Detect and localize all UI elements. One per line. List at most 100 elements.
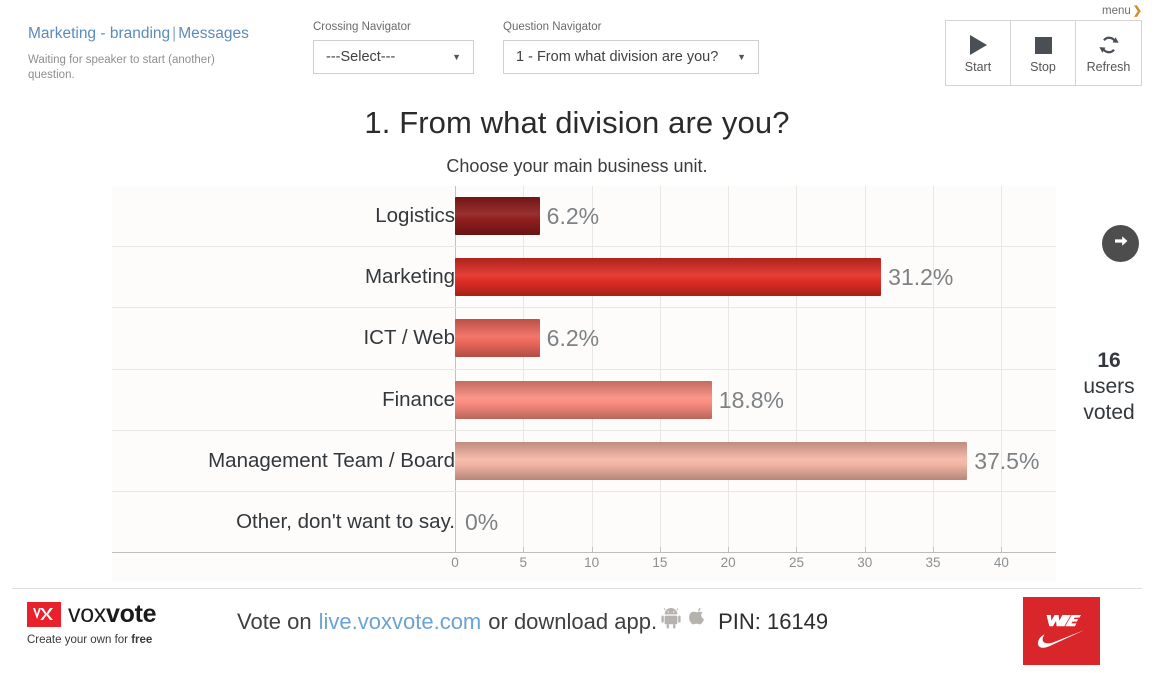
crossing-navigator-group: Crossing Navigator ---Select--- ▼ bbox=[313, 21, 474, 74]
android-icon[interactable] bbox=[661, 607, 681, 637]
chart-bar-row: Logistics 6.2% bbox=[112, 186, 1056, 248]
bar-zone: 37.5% bbox=[455, 431, 1056, 491]
bar-zone: 0% bbox=[455, 492, 1056, 552]
refresh-button-label: Refresh bbox=[1086, 60, 1131, 74]
vote-on-text: Vote on bbox=[237, 609, 312, 634]
axis-tick bbox=[933, 547, 935, 552]
axis-tick bbox=[659, 547, 661, 552]
session-links: Marketing - branding | Messages bbox=[28, 24, 298, 44]
footer: voxvote Create your own for free Vote on… bbox=[0, 589, 1154, 673]
axis-tick bbox=[455, 547, 456, 552]
voxvote-logo-icon bbox=[27, 601, 61, 627]
bar-value-label: 37.5% bbox=[974, 447, 1040, 474]
tagline-bold: free bbox=[131, 634, 153, 646]
messages-link[interactable]: Messages bbox=[178, 25, 249, 42]
axis-tick-label: 0 bbox=[451, 555, 459, 570]
download-app-text: or download app. bbox=[488, 609, 658, 634]
bar-category-label: Finance bbox=[382, 387, 455, 411]
chart-bar-row: Other, don't want to say. 0% bbox=[112, 492, 1056, 554]
axis-tick bbox=[796, 547, 798, 552]
next-question-button[interactable] bbox=[1102, 225, 1139, 262]
axis-tick bbox=[864, 547, 866, 552]
chart-bar-row: Management Team / Board 37.5% bbox=[112, 431, 1056, 492]
chevron-down-icon: ▼ bbox=[737, 51, 746, 62]
chart-bar-row: Finance 18.8% bbox=[112, 370, 1056, 431]
axis-tick-label: 20 bbox=[720, 555, 736, 570]
top-bar: Marketing - branding | Messages Waiting fo… bbox=[0, 0, 1154, 92]
presentation-controls: Start Stop Refresh bbox=[945, 20, 1142, 86]
menu-toggle[interactable]: menu ❯ bbox=[1102, 4, 1142, 17]
voted-count-value: 16 bbox=[1097, 349, 1121, 372]
question-navigator-label: Question Navigator bbox=[503, 21, 602, 33]
app-store-icons bbox=[661, 607, 708, 637]
voxvote-word-bold: vote bbox=[106, 600, 157, 628]
axis-tick-label: 10 bbox=[584, 555, 600, 570]
bar-value-label: 18.8% bbox=[718, 386, 784, 413]
bar-category-label: Management Team / Board bbox=[208, 448, 455, 472]
chevron-right-icon: ❯ bbox=[1132, 5, 1142, 17]
vote-url-link[interactable]: live.voxvote.com bbox=[319, 607, 482, 637]
bar bbox=[455, 197, 540, 236]
tagline-prefix: Create your own for bbox=[27, 634, 132, 646]
start-button[interactable]: Start bbox=[946, 21, 1011, 85]
bar-category-label: ICT / Web bbox=[363, 326, 455, 350]
question-navigator-select[interactable]: 1 - From what division are you? ▼ bbox=[503, 40, 759, 74]
page-title: 1. From what division are you? bbox=[364, 105, 790, 140]
axis-tick bbox=[523, 547, 525, 552]
crossing-navigator-select[interactable]: ---Select--- ▼ bbox=[313, 40, 474, 74]
refresh-button[interactable]: Refresh bbox=[1076, 21, 1141, 85]
bar-value-label: 6.2% bbox=[546, 203, 600, 230]
axis-tick-label: 40 bbox=[993, 555, 1009, 570]
session-info: Marketing - branding | Messages Waiting fo… bbox=[28, 24, 298, 83]
axis-tick-label: 5 bbox=[519, 555, 528, 570]
axis-tick bbox=[591, 547, 593, 552]
footer-vote-instructions: Vote on live.voxvote.com or download app… bbox=[237, 607, 828, 637]
bar-category-label: Marketing bbox=[364, 265, 455, 289]
axis-tick-label: 30 bbox=[857, 555, 873, 570]
chart-rows: Logistics 6.2% Marketing 31.2% ICT / Web 6.2%… bbox=[112, 186, 1056, 554]
bar bbox=[455, 319, 540, 358]
bar-zone: 18.8% bbox=[455, 370, 1056, 430]
voted-label-line2: voted bbox=[1083, 401, 1135, 424]
bar-zone: 6.2% bbox=[455, 186, 1056, 246]
pin-code: PIN: 16149 bbox=[718, 609, 829, 634]
voxvote-tagline: Create your own for free bbox=[27, 633, 152, 647]
bar-value-label: 6.2% bbox=[546, 325, 600, 352]
question-navigator-group: Question Navigator 1 - From what divisio… bbox=[503, 21, 759, 74]
crossing-navigator-value: ---Select--- bbox=[326, 49, 396, 65]
apple-icon[interactable] bbox=[689, 607, 708, 637]
stop-icon bbox=[1034, 32, 1052, 58]
stop-button[interactable]: Stop bbox=[1011, 21, 1076, 85]
bar bbox=[455, 258, 882, 297]
chart-x-axis: 0 5 10 15 20 25 30 35 40 bbox=[451, 547, 1056, 582]
page-subtitle: Choose your main business unit. bbox=[446, 156, 708, 176]
bar-category-label: Logistics bbox=[375, 204, 455, 228]
bar bbox=[455, 441, 968, 480]
session-name-link[interactable]: Marketing - branding bbox=[28, 25, 170, 42]
bar bbox=[455, 380, 712, 419]
voted-counter: 16 users voted bbox=[1068, 348, 1150, 426]
axis-tick-label: 15 bbox=[652, 555, 668, 570]
axis-tick-label: 25 bbox=[788, 555, 804, 570]
voxvote-logo[interactable]: voxvote bbox=[27, 600, 157, 628]
arrow-right-icon bbox=[1111, 231, 1131, 256]
bar-zone: 6.2% bbox=[455, 308, 1056, 368]
crossing-navigator-label: Crossing Navigator bbox=[313, 21, 411, 33]
axis-tick bbox=[1001, 547, 1003, 552]
session-status-text: Waiting for speaker to start (another) q… bbox=[28, 54, 215, 81]
voxvote-wordmark: voxvote bbox=[68, 600, 157, 628]
bar-category-label: Other, don't want to say. bbox=[236, 510, 455, 534]
nike-logo-icon bbox=[1023, 597, 1100, 665]
menu-label: menu bbox=[1102, 5, 1131, 17]
chart-bar-row: Marketing 31.2% bbox=[112, 247, 1056, 309]
chart-bar-row: ICT / Web 6.2% bbox=[112, 308, 1056, 370]
stop-button-label: Stop bbox=[1030, 60, 1056, 74]
start-button-label: Start bbox=[964, 60, 992, 74]
chevron-down-icon: ▼ bbox=[452, 51, 461, 62]
link-separator: | bbox=[172, 25, 177, 42]
play-icon bbox=[969, 32, 987, 58]
refresh-icon bbox=[1097, 32, 1121, 58]
voted-label-line1: users bbox=[1083, 375, 1135, 398]
axis-tick bbox=[728, 547, 730, 552]
question-navigator-value: 1 - From what division are you? bbox=[516, 49, 719, 65]
